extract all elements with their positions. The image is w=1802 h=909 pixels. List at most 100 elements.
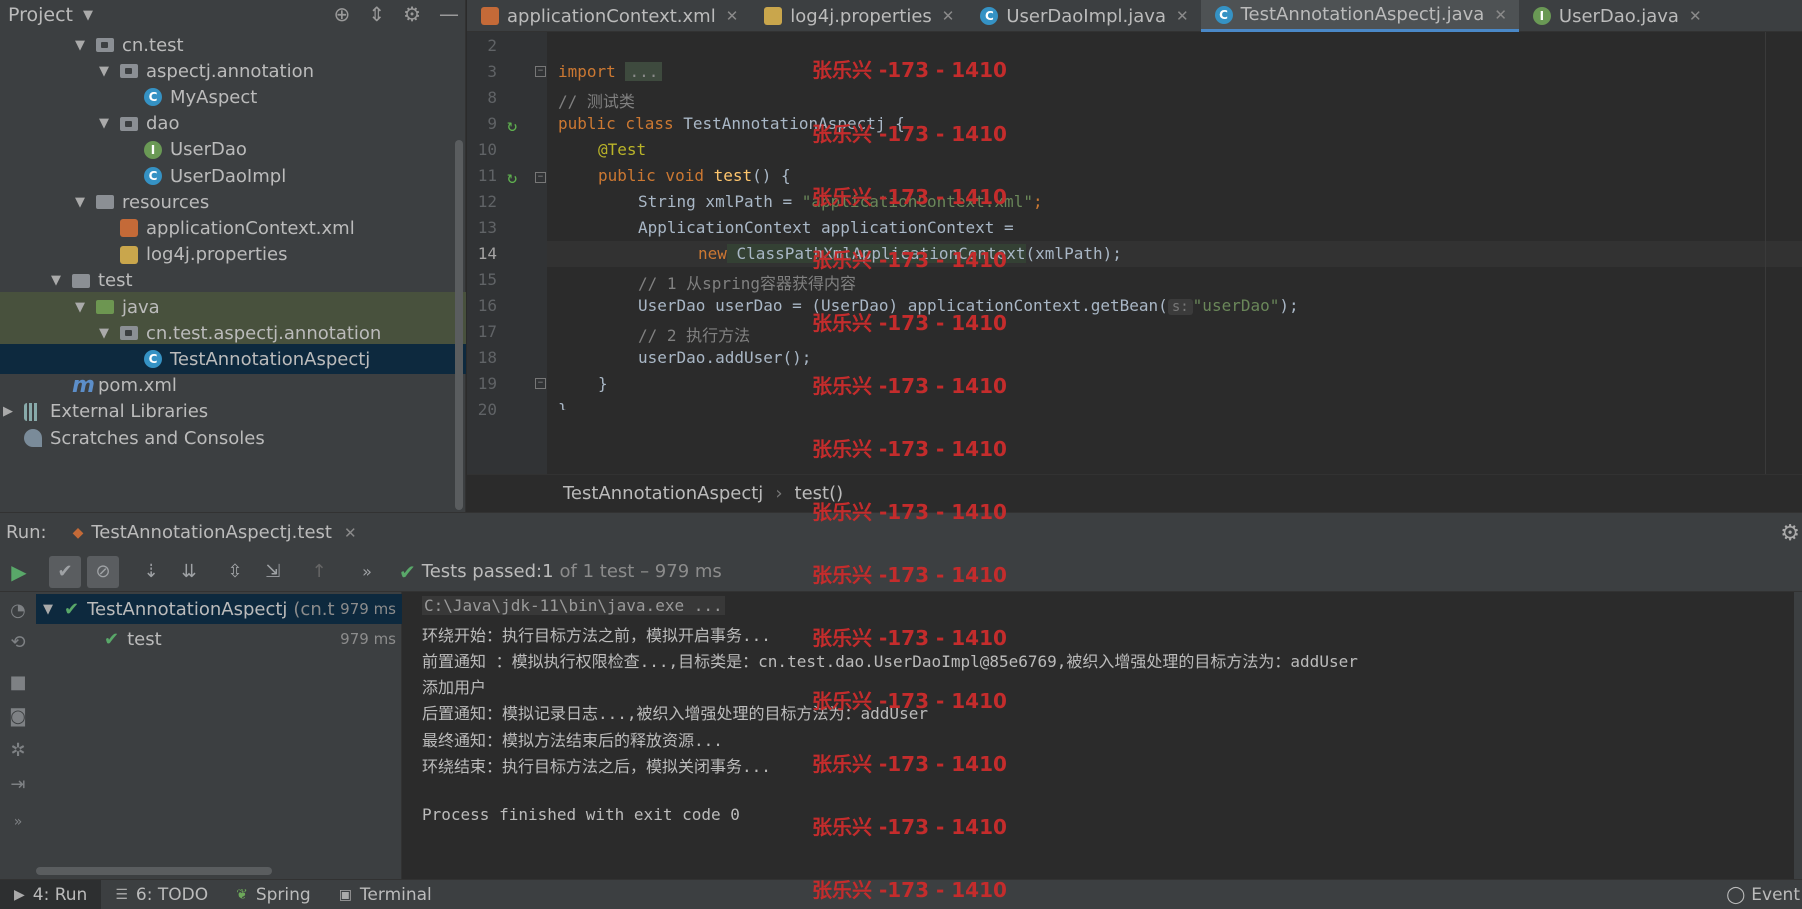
rerun-icon[interactable]: ▶ — [3, 556, 35, 588]
editor-tab[interactable]: log4j.properties ✕ — [750, 0, 966, 32]
spring-tool-button[interactable]: ❦ Spring — [222, 880, 325, 909]
test-results-tree: ▼ ✔ TestAnnotationAspectj (cn.t 979 ms ✔… — [36, 592, 402, 879]
rerun-failed-icon[interactable]: ⟲ — [6, 632, 30, 656]
editor-tab[interactable]: C UserDaoImpl.java ✕ — [966, 0, 1200, 32]
breadcrumb-method[interactable]: test() — [795, 483, 844, 504]
close-icon[interactable]: ✕ — [344, 524, 357, 542]
more-icon[interactable]: » — [351, 556, 383, 588]
folder-icon — [96, 195, 114, 210]
gear-icon[interactable]: ⚙ — [1780, 521, 1800, 546]
editor-tab[interactable]: applicationContext.xml ✕ — [467, 0, 750, 32]
more-icon[interactable]: » — [6, 814, 30, 838]
show-ignored-icon[interactable]: ⊘ — [87, 555, 119, 588]
project-tree-item[interactable]: Scratches and Consoles — [0, 423, 466, 453]
console-scrollbar[interactable] — [1794, 592, 1802, 879]
close-icon[interactable]: ✕ — [1176, 7, 1189, 25]
breadcrumb: TestAnnotationAspectj › test() — [467, 474, 1802, 512]
close-icon[interactable]: ✕ — [1494, 6, 1507, 24]
code-line-20: } — [558, 400, 568, 410]
test-method-time: 979 ms — [340, 630, 396, 648]
terminal-tool-button[interactable]: ▣ Terminal — [325, 880, 446, 909]
project-tree-item-label: TestAnnotationAspectj — [170, 348, 371, 370]
sort-duration-icon[interactable]: ⇊ — [173, 556, 205, 588]
terminal-icon: ▣ — [338, 886, 352, 903]
close-icon[interactable]: ✕ — [942, 7, 955, 25]
code-line-15: // 1 从spring容器获得内容 — [638, 274, 856, 293]
editor-tab[interactable]: C TestAnnotationAspectj.java ✕ — [1200, 0, 1519, 32]
stop-icon[interactable]: ■ — [6, 672, 30, 696]
project-title[interactable]: Project — [8, 4, 73, 26]
todo-tool-button[interactable]: ☰ 6: TODO — [101, 880, 222, 909]
run-label: Run: — [6, 522, 47, 543]
chevron-down-icon[interactable]: ▼ — [72, 195, 88, 210]
close-icon[interactable]: ✕ — [726, 7, 739, 25]
check-icon: ✔ — [104, 628, 120, 650]
run-tab[interactable]: ◆ TestAnnotationAspectj.test ✕ — [73, 522, 357, 543]
line-number: 10 — [477, 140, 497, 159]
fold-icon[interactable]: − — [535, 66, 546, 77]
chevron-down-icon[interactable]: ▼ — [96, 326, 112, 341]
chevron-down-icon[interactable]: ▼ — [72, 38, 88, 53]
chevron-down-icon[interactable]: ▼ — [83, 8, 93, 23]
project-tree-item-label: UserDao — [170, 139, 247, 161]
run-test-gutter-icon[interactable]: ↻ — [507, 168, 517, 188]
test-method-row[interactable]: ✔ test 979 ms — [36, 624, 402, 654]
project-tree-item-label: UserDaoImpl — [170, 165, 287, 187]
fold-icon[interactable]: − — [535, 172, 546, 183]
package-icon — [120, 64, 138, 79]
breadcrumb-class[interactable]: TestAnnotationAspectj — [563, 483, 763, 504]
console-line: 最终通知：模拟方法结束后的释放资源... — [422, 730, 723, 750]
spring-leaf-icon: ❦ — [236, 886, 248, 903]
test-class-row[interactable]: ▼ ✔ TestAnnotationAspectj (cn.t 979 ms — [36, 594, 402, 624]
chevron-right-icon: › — [775, 483, 783, 504]
locate-icon[interactable]: ⊕ — [334, 2, 351, 26]
settings-icon[interactable]: ✲ — [6, 740, 30, 764]
previous-failed-icon[interactable]: ↑ — [303, 556, 335, 588]
folder-icon — [96, 300, 114, 314]
test-status: ✔ Tests passed: 1 of 1 test – 979 ms — [399, 560, 722, 584]
chevron-down-icon[interactable]: ▼ — [72, 300, 88, 315]
gear-icon[interactable]: ⚙ — [403, 2, 421, 26]
project-tree-item-label: resources — [122, 191, 210, 213]
code-line-12: String xmlPath = "applicationContext.xml… — [638, 192, 1043, 211]
show-passed-icon[interactable]: ✔ — [49, 555, 81, 588]
editor-tab-label: UserDaoImpl.java — [1006, 5, 1166, 27]
chevron-down-icon[interactable]: ▼ — [96, 64, 112, 79]
console-output[interactable]: C:\Java\jdk-11\bin\java.exe ... 环绕开始：执行目标… — [403, 592, 1802, 879]
editor-tab[interactable]: I UserDao.java ✕ — [1519, 0, 1714, 32]
code-editor[interactable]: 2 3 8 9 10 11 12 13 14 15 16 17 18 19 20 ↻ ↻ − − − imp… — [467, 32, 1802, 474]
xml-file-icon — [120, 219, 138, 238]
line-number: 3 — [487, 62, 497, 81]
line-number: 15 — [477, 270, 497, 289]
test-tree-scrollbar[interactable] — [36, 867, 272, 875]
code-line-3: import ... — [558, 62, 663, 81]
debug-icon[interactable]: ◔ — [6, 600, 30, 624]
project-panel: Project ▼ ⊕ ⇕ ⚙ — ▼ cn.test ▼ aspectj.annot… — [0, 0, 466, 512]
close-icon[interactable]: ✕ — [1689, 7, 1702, 25]
fold-icon[interactable]: − — [535, 378, 546, 389]
camera-icon[interactable]: ◙ — [6, 706, 30, 730]
collapse-all-icon[interactable]: ⇲ — [257, 556, 289, 588]
expand-all-icon[interactable]: ⇳ — [219, 556, 251, 588]
chevron-down-icon[interactable]: ▼ — [48, 273, 64, 288]
class-icon: C — [144, 350, 162, 369]
export-icon[interactable]: ⇥ — [6, 774, 30, 798]
event-log-button[interactable]: ◯ Event — [1726, 880, 1802, 909]
chevron-down-icon[interactable]: ▼ — [40, 602, 56, 617]
chevron-down-icon[interactable]: ▼ — [96, 116, 112, 131]
run-test-gutter-icon[interactable]: ↻ — [507, 116, 517, 136]
minimize-icon[interactable]: — — [439, 2, 459, 26]
sort-alpha-icon[interactable]: ⇣ — [135, 556, 167, 588]
collapse-all-icon[interactable]: ⇕ — [368, 2, 385, 26]
code-line-18: userDao.addUser(); — [638, 348, 812, 367]
editor-scrollbar[interactable] — [1765, 32, 1766, 474]
status-count: 1 — [542, 561, 554, 582]
tool-window-bar: ▶ 4: Run ☰ 6: TODO ❦ Spring ▣ Terminal ◯ Even… — [0, 879, 1802, 909]
chevron-right-icon[interactable]: ▶ — [0, 404, 16, 419]
editor-tabs: applicationContext.xml ✕ log4j.properties ✕… — [467, 0, 1802, 32]
project-scrollbar[interactable] — [455, 140, 463, 510]
package-icon — [120, 116, 138, 131]
code-line-10: @Test — [598, 140, 647, 159]
run-tool-button[interactable]: ▶ 4: Run — [0, 879, 102, 909]
project-tree-item-label: Scratches and Consoles — [50, 427, 265, 449]
